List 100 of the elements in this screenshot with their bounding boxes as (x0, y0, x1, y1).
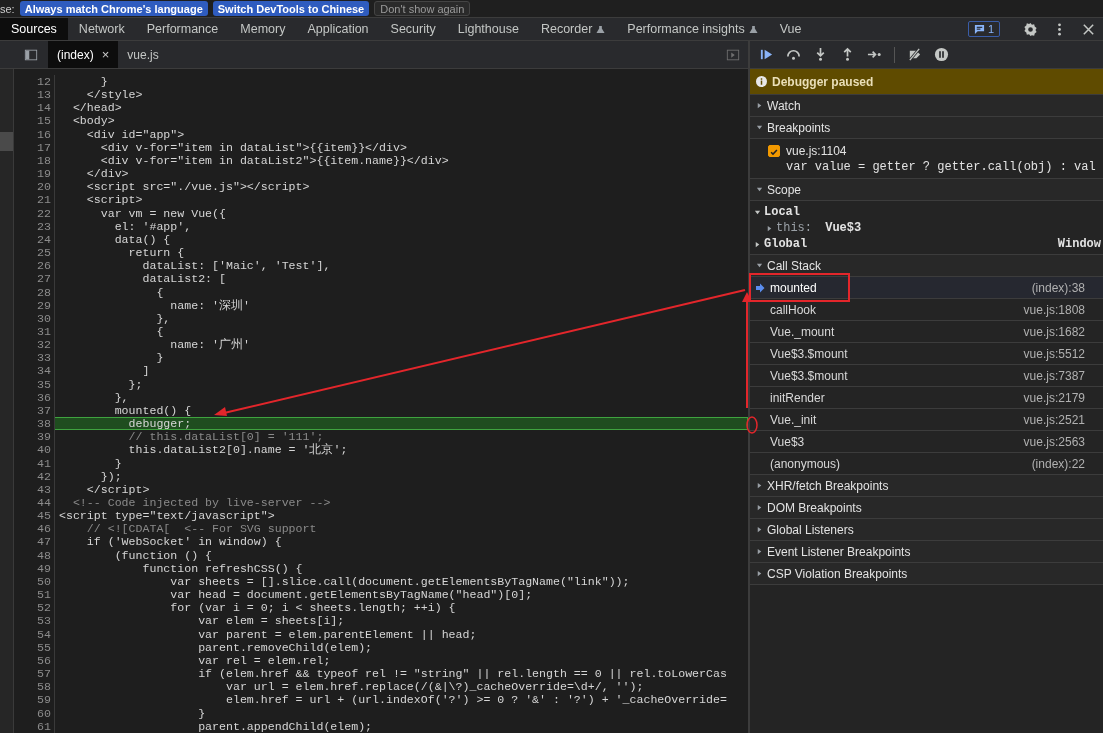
scope-property[interactable]: this: Vue$3 (750, 220, 1103, 236)
section-header[interactable]: XHR/fetch Breakpoints (750, 475, 1103, 497)
code-line: } (197, 706, 206, 720)
call-frame[interactable]: Vue$3.$mount vue.js:5512 (750, 343, 1103, 365)
flask-icon (596, 24, 606, 34)
code-line: <script> (85, 193, 143, 207)
call-frame[interactable]: mounted (index):38 (750, 277, 1103, 299)
close-tab-button[interactable]: × (101, 47, 110, 62)
code-line: var sheets = [].slice.call(document.getElementsByTagName("link")); (169, 574, 630, 589)
resume-icon[interactable] (759, 47, 774, 62)
frame-location[interactable]: vue.js:7387 (1023, 368, 1085, 383)
code-line: el: '#app', (113, 219, 192, 233)
scope-item[interactable]: Global Window (750, 236, 1103, 252)
code-line: var elem = sheets[i]; (197, 614, 345, 628)
code-line: } (99, 75, 108, 89)
code-line: </head> (71, 101, 122, 115)
call-frame[interactable]: callHook vue.js:1808 (750, 299, 1103, 321)
file-tab[interactable]: (index) × (48, 41, 119, 68)
settings-icon[interactable] (1023, 21, 1038, 37)
language-button[interactable]: Switch DevTools to Chinese (212, 1, 370, 16)
code-line: dataList2: [ (141, 272, 226, 286)
panel-tab[interactable]: Performance (135, 18, 230, 40)
expand-arrow-icon (756, 124, 763, 131)
code-line: var url = elem.href.replace(/(&|\?)_cacheOverride=\d+/, ''); (224, 680, 644, 694)
code-line: } (113, 456, 122, 470)
frame-location[interactable]: vue.js:1808 (1023, 302, 1085, 317)
breakpoint-code: var value = getter ? getter.call(obj) : val (785, 160, 1097, 174)
frame-location[interactable]: vue.js:5512 (1023, 346, 1085, 361)
deactivate-breakpoints-icon[interactable] (907, 47, 922, 62)
code-line: var vm = new Vue({ (99, 206, 226, 220)
panel-tab[interactable]: Application (296, 18, 380, 40)
infobar-text: se: (0, 2, 15, 15)
panel-tab[interactable]: Network (67, 18, 136, 40)
panel-tab[interactable]: Lighthouse (446, 18, 530, 40)
frame-location[interactable]: vue.js:2563 (1023, 434, 1085, 449)
section-header[interactable]: Breakpoints (750, 117, 1103, 139)
frame-location[interactable]: (index):38 (1031, 280, 1085, 295)
expand-arrow-icon (756, 548, 763, 555)
function-name: Vue._init (770, 412, 818, 427)
panel-tab[interactable]: Sources (0, 18, 68, 40)
breakpoint-checkbox[interactable] (768, 145, 780, 157)
code-line: var head = document.getElementsByTagName("head")[0]; (169, 588, 533, 602)
code-line: <!-- Code injected by live-server --> (71, 496, 331, 510)
function-name: Vue$3 (770, 434, 806, 449)
panel-tab[interactable]: Memory (229, 18, 297, 40)
panel-toggle-icon[interactable] (726, 47, 740, 62)
panel-tab[interactable]: Vue (768, 18, 813, 40)
expand-arrow-icon (756, 186, 763, 193)
section-header[interactable]: Global Listeners (750, 519, 1103, 541)
pause-icon[interactable] (934, 47, 949, 62)
expand-arrow-icon (756, 526, 763, 533)
code-line: return { (127, 246, 185, 260)
sidebar-toggle-icon[interactable] (24, 47, 38, 62)
close-icon[interactable] (1081, 21, 1096, 37)
call-frame[interactable]: Vue$3 vue.js:2563 (750, 431, 1103, 453)
code-line: }; (127, 377, 143, 391)
code-line: ] (141, 364, 150, 378)
section-header[interactable]: CSP Violation Breakpoints (750, 563, 1103, 585)
banner-text: Debugger paused (772, 74, 874, 89)
function-name: initRender (770, 390, 826, 405)
code-line: if ('WebSocket' in window) { (85, 535, 282, 549)
section-header[interactable]: Event Listener Breakpoints (750, 541, 1103, 563)
expand-arrow-icon (756, 102, 763, 109)
code-line: } (155, 351, 164, 365)
expand-arrow-icon (756, 504, 763, 511)
code-line: function refreshCSS() { (141, 561, 303, 575)
scroll-thumb[interactable] (0, 132, 13, 151)
call-frame[interactable]: Vue$3.$mount vue.js:7387 (750, 365, 1103, 387)
function-name: Vue$3.$mount (770, 368, 849, 383)
call-frame[interactable]: Vue._init vue.js:2521 (750, 409, 1103, 431)
frame-location[interactable]: vue.js:1682 (1023, 324, 1085, 339)
frame-location[interactable]: vue.js:2179 (1023, 390, 1085, 405)
file-tab[interactable]: vue.js (118, 41, 168, 68)
code-line: this.dataList2[0].name = '北京'; (127, 443, 348, 457)
step-over-icon[interactable] (786, 47, 801, 62)
expand-arrow-icon (756, 570, 763, 577)
call-frame[interactable]: initRender vue.js:2179 (750, 387, 1103, 409)
call-frame[interactable]: Vue._mount vue.js:1682 (750, 321, 1103, 343)
code-line: if (elem.href && typeof rel != "string" || rel.length == 0 || rel.toLowerCas (197, 667, 727, 681)
dismiss-button[interactable]: Don't show again (374, 1, 471, 16)
panel-tab[interactable]: Performance insights (616, 18, 769, 40)
issues-badge[interactable]: 1 (967, 21, 1000, 37)
frame-location[interactable]: vue.js:2521 (1023, 412, 1085, 427)
code-line: dataList: ['Maic', 'Test'], (141, 259, 331, 273)
scope-item[interactable]: Local (750, 204, 1103, 220)
code-line: }, (113, 390, 129, 404)
frame-location[interactable]: (index):22 (1031, 456, 1085, 471)
section-header[interactable]: Scope (750, 179, 1103, 201)
code-line: <body> (71, 114, 115, 128)
code-line: // <![CDATA[ <-- For SVG support (85, 522, 317, 536)
language-button[interactable]: Always match Chrome's language (19, 1, 208, 16)
breakpoint-location: vue.js:1104 (786, 144, 847, 158)
section-header[interactable]: DOM Breakpoints (750, 497, 1103, 519)
code-line: parent.appendChild(elem); (197, 719, 373, 733)
section-header[interactable]: Call Stack (750, 255, 1103, 277)
code-line: parent.removeChild(elem); (197, 640, 373, 654)
panel-tab[interactable]: Security (379, 18, 447, 40)
code-line: elem.href = url + (url.indexOf('?') >= 0 ? '&' : '?') + '_cacheOverride= (224, 693, 727, 707)
section-header[interactable]: Watch (750, 95, 1103, 117)
panel-tab[interactable]: Recorder (529, 18, 617, 40)
